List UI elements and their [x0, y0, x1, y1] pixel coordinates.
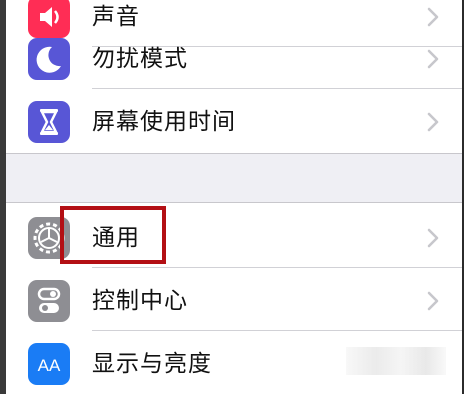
hourglass-icon: [28, 101, 70, 143]
settings-row-label: 控制中心: [92, 288, 188, 314]
moon-icon: [28, 38, 70, 80]
settings-row-control-center[interactable]: 控制中心: [6, 268, 462, 331]
settings-screen: 声音 勿扰模式 屏幕使用时间 通用 控制中心 AA 显示与亮度: [6, 0, 462, 394]
display-icon-text: AA: [38, 356, 61, 375]
chevron-right-icon: [424, 110, 442, 134]
settings-row-label: 勿扰模式: [92, 46, 188, 72]
settings-row-label: 屏幕使用时间: [92, 109, 236, 135]
toggles-icon: [28, 280, 70, 322]
chevron-right-icon: [424, 226, 442, 250]
watermark-blur: [346, 347, 446, 375]
display-icon: AA: [28, 343, 70, 385]
settings-row-do-not-disturb[interactable]: 勿扰模式: [6, 26, 462, 89]
settings-row-screen-time[interactable]: 屏幕使用时间: [6, 89, 462, 152]
settings-row-label: 显示与亮度: [92, 351, 212, 377]
settings-group-top: 声音 勿扰模式 屏幕使用时间: [6, 0, 462, 154]
highlight-box: [60, 206, 166, 264]
chevron-right-icon: [424, 289, 442, 313]
chevron-right-icon: [424, 47, 442, 71]
